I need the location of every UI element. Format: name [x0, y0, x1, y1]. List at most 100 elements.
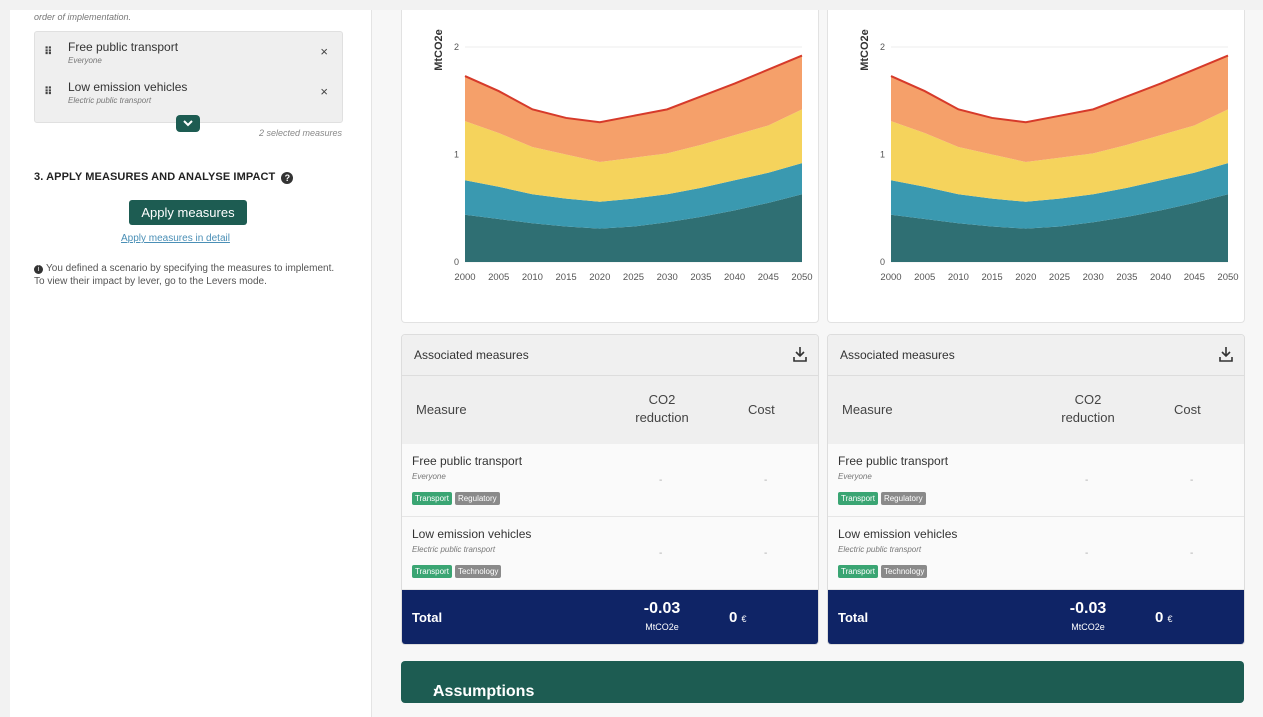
total-co2-value: -0.03	[643, 600, 681, 617]
tag-badge: Regulatory	[880, 492, 926, 505]
row-tags: Transport Technology	[412, 561, 504, 579]
row-co2-value: -	[1085, 475, 1089, 486]
table-column-headers: Measure CO2 reduction Cost	[828, 376, 1244, 444]
assumptions-accordion[interactable]: › Assumptions	[401, 661, 1244, 703]
row-measure-sub: Everyone	[838, 472, 872, 481]
total-co2-unit: MtCO2e	[645, 622, 679, 632]
row-co2-value: -	[659, 475, 663, 486]
selected-measure-item[interactable]: ⠿ Free public transport Everyone ×	[35, 36, 342, 72]
order-note: order of implementation.	[34, 12, 132, 22]
associated-measures-table-right: Associated measures Measure CO2 reductio…	[827, 334, 1245, 645]
col-header-cost: Cost	[1174, 402, 1201, 417]
drag-handle-icon[interactable]: ⠿	[44, 45, 53, 58]
x-tick-label: 2050	[791, 272, 812, 283]
total-co2-unit: MtCO2e	[1071, 622, 1105, 632]
selected-measure-item[interactable]: ⠿ Low emission vehicles Electric public …	[35, 76, 342, 112]
area-chart: MtCO2e 0 1 2 2000 2005 2010 2015 2020 2025 2030 203…	[433, 29, 813, 283]
table-row: Free public transport Everyone Transport…	[402, 444, 818, 517]
y-tick-label: 2	[454, 42, 459, 52]
table-header-bar: Associated measures	[402, 335, 818, 376]
row-cost-value: -	[764, 548, 768, 559]
total-cost-value: 0	[1155, 609, 1164, 626]
row-tags: Transport Technology	[838, 561, 930, 579]
selected-count: 2 selected measures	[258, 128, 342, 138]
tag-badge: Technology	[880, 565, 928, 578]
remove-measure-icon[interactable]: ×	[320, 84, 328, 99]
apply-measures-button[interactable]: Apply measures	[129, 200, 247, 225]
total-cost: 0 €	[1155, 609, 1173, 626]
row-measure-name: Low emission vehicles	[412, 527, 532, 541]
table-title: Associated measures	[840, 348, 955, 362]
row-cost-value: -	[1190, 475, 1194, 486]
info-note: i You defined a scenario by specifying th…	[34, 262, 344, 288]
measure-name: Low emission vehicles	[68, 80, 188, 94]
total-label: Total	[838, 610, 869, 625]
associated-measures-table-left: Associated measures Measure CO2 reductio…	[401, 334, 819, 645]
x-tick-label: 2050	[1217, 272, 1238, 283]
row-cost-value: -	[1190, 548, 1194, 559]
x-tick-label: 2000	[880, 272, 901, 283]
row-tags: Transport Regulatory	[412, 488, 503, 506]
col-header-measure: Measure	[416, 402, 467, 417]
col-header-co2-line2: reduction	[1061, 410, 1115, 425]
y-axis-label: MtCO2e	[859, 29, 871, 71]
table-row: Low emission vehicles Electric public tr…	[828, 517, 1244, 590]
tag-badge: Transport	[412, 492, 452, 505]
x-tick-label: 2005	[914, 272, 935, 283]
x-tick-label: 2015	[982, 272, 1003, 283]
main-content: MtCO2e 0 1 2 2000 2005 2010 2015 2020 2025 2030 203…	[372, 10, 1263, 717]
table-column-headers: Measure CO2 reduction Cost	[402, 376, 818, 444]
y-tick-label: 0	[880, 257, 885, 267]
y-tick-label: 2	[880, 42, 885, 52]
x-tick-label: 2000	[454, 272, 475, 283]
tag-badge: Regulatory	[454, 492, 500, 505]
row-co2-value: -	[1085, 548, 1089, 559]
apply-measures-detail-link[interactable]: Apply measures in detail	[121, 233, 230, 244]
tag-badge: Technology	[454, 565, 502, 578]
y-tick-label: 0	[454, 257, 459, 267]
download-icon[interactable]	[1218, 345, 1234, 363]
col-header-co2-line2: reduction	[635, 410, 689, 425]
tag-badge: Transport	[838, 492, 878, 505]
currency-symbol: €	[741, 614, 747, 624]
table-row: Free public transport Everyone Transport…	[828, 444, 1244, 517]
help-icon[interactable]: ?	[281, 172, 294, 184]
info-icon: i	[34, 265, 43, 274]
info-text: You defined a scenario by specifying the…	[34, 263, 335, 287]
measure-subtitle: Electric public transport	[68, 96, 152, 105]
col-header-cost: Cost	[748, 402, 775, 417]
row-measure-name: Free public transport	[838, 454, 949, 468]
selected-measures-list: ⠿ Free public transport Everyone × ⠿ Low…	[34, 31, 343, 123]
row-measure-sub: Everyone	[412, 472, 446, 481]
x-tick-label: 2035	[1116, 272, 1137, 283]
download-icon[interactable]	[792, 345, 808, 363]
col-header-co2-line1: CO2	[1074, 392, 1102, 407]
x-tick-label: 2025	[623, 272, 644, 283]
x-tick-label: 2010	[522, 272, 543, 283]
x-tick-label: 2040	[724, 272, 745, 283]
table-total-row: Total -0.03 MtCO2e 0 €	[828, 590, 1244, 644]
row-measure-name: Free public transport	[412, 454, 523, 468]
emissions-chart-left: MtCO2e 0 1 2 2000 2005 2010 2015 2020 2025 2030 203…	[401, 10, 819, 323]
measure-name: Free public transport	[68, 40, 179, 54]
col-header-co2-line1: CO2	[648, 392, 676, 407]
emissions-chart-right: MtCO2e 0 1 2 2000 2005 2010 2015 2020 2025 2030 203…	[827, 10, 1245, 323]
drag-handle-icon[interactable]: ⠿	[44, 85, 53, 98]
row-cost-value: -	[764, 475, 768, 486]
total-cost-value: 0	[729, 609, 738, 626]
tag-badge: Transport	[412, 565, 452, 578]
y-tick-label: 1	[454, 150, 459, 160]
x-tick-label: 2025	[1049, 272, 1070, 283]
x-tick-label: 2030	[1083, 272, 1104, 283]
x-tick-label: 2040	[1150, 272, 1171, 283]
expand-chevron-icon[interactable]	[176, 115, 200, 132]
sidebar: order of implementation. ⠿ Free public t…	[10, 10, 372, 717]
table-row: Low emission vehicles Electric public tr…	[402, 517, 818, 590]
x-tick-label: 2020	[589, 272, 610, 283]
row-measure-sub: Electric public transport	[838, 545, 922, 554]
x-tick-label: 2010	[948, 272, 969, 283]
x-tick-label: 2045	[1184, 272, 1205, 283]
remove-measure-icon[interactable]: ×	[320, 44, 328, 59]
x-tick-label: 2045	[758, 272, 779, 283]
row-co2-value: -	[659, 548, 663, 559]
